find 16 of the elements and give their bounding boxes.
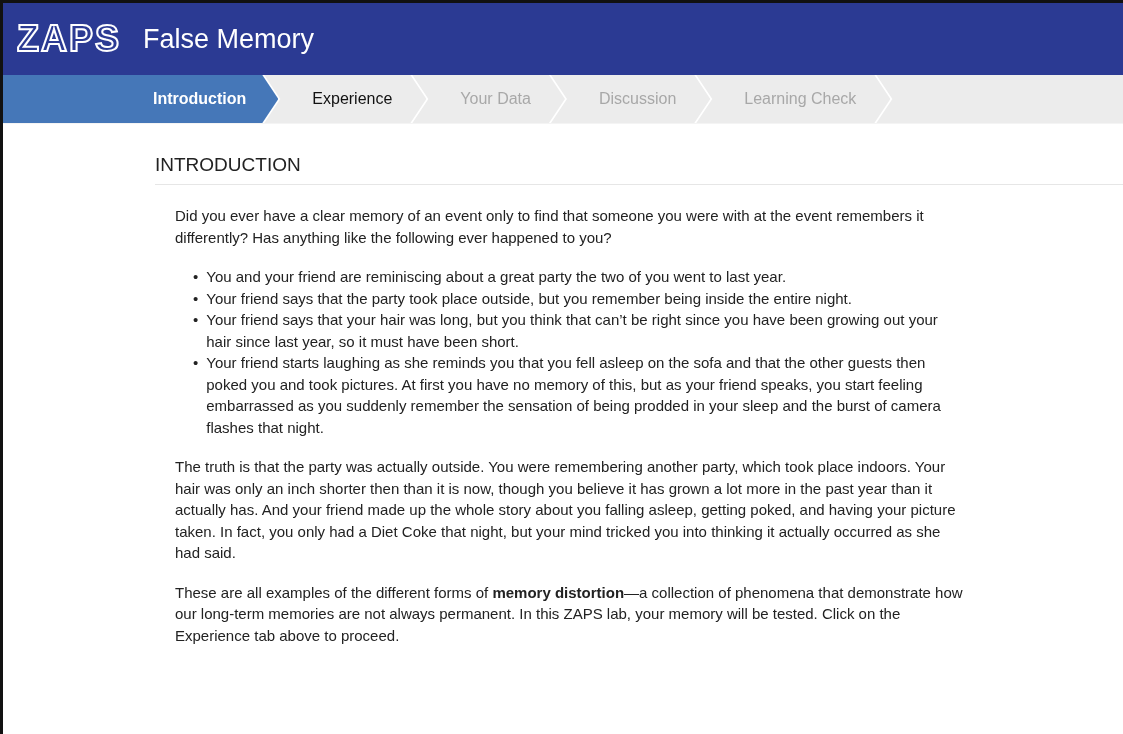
page-title: False Memory [143,23,315,55]
bullet-item: Your friend says that the party took place outside, but you remember being inside the entire night. [206,288,853,309]
bullet-marker: • [193,310,199,330]
bullet-item: Your friend starts laughing as she reminds you that you fell asleep on the sofa and that the other guests then poked you and took pictures. At first you have no memory of this, but as your friend speaks, you start feeling embarrassed as you suddenly remember the sensation of being prodded in your sleep and the burst of camera flashes that night. [206,353,942,438]
bullet-item: Your friend says that your hair was long, but you think that can’t be right since you have been growing out your hair since last year, so it must have been short. [206,310,939,352]
bullet-marker: • [193,267,199,287]
intro-paragraph: Did you ever have a clear memory of an event only to find that someone you were with at the event remembers it differently? Has anything like the following ever happened to you? [175,206,925,248]
section-heading: INTRODUCTION [155,154,1123,185]
body-paragraph: These are all examples of the different forms of memory distortion—a collection of phenomena that demonstrate how our long-term memories are not always permanent. In this ZAPS lab, your memory will be tested. Click on the Experience tab above to proceed. [175,582,964,646]
logo: ZAPS [17,18,121,60]
step-tab[interactable]: Experience [264,75,427,123]
step-tab[interactable]: Introduction [3,75,279,123]
bullet-item: You and your friend are reminiscing about a great party the two of you went to last year. [206,267,788,287]
bullet-marker: • [193,288,199,309]
body-paragraph: The truth is that the party was actually outside. You were remembering another party, which took place indoors. Your hair was only an inch shorter then than it is now, though you believe it has grown a lot more in the past year than it actually has. And your friend made up the whole story about you falling asleep, getting poked, and having your picture taken. In fact, you only had a Diet Coke that night, but your mind tricked you into thinking it actually occurred as she had said. [175,457,957,563]
bullet-marker: • [193,353,199,373]
